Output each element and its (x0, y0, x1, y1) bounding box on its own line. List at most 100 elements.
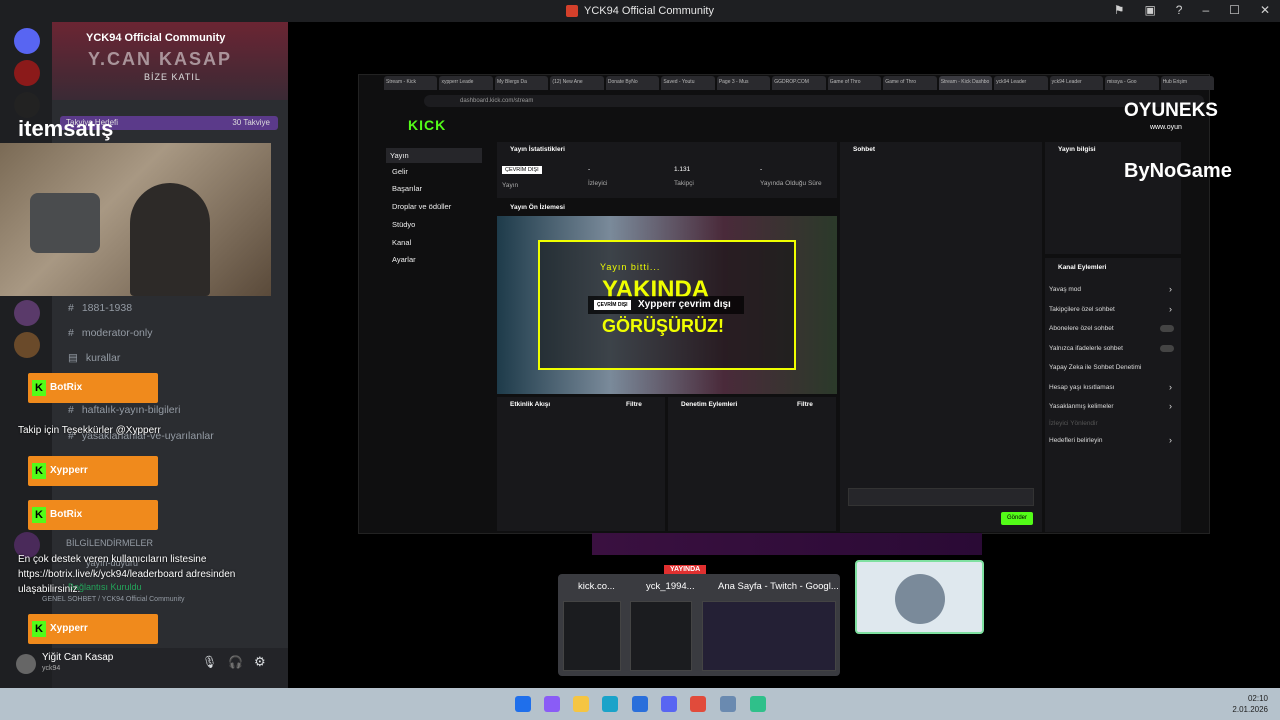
menu-item-ayarlar[interactable]: Ayarlar (392, 255, 416, 264)
channel-item[interactable]: # haftalık-yayın-bilgileri (68, 404, 180, 416)
store-icon[interactable] (632, 696, 648, 712)
browser-tab[interactable]: Game of Thro (883, 76, 937, 90)
browser-tab[interactable]: GGDROP.COM (772, 76, 826, 90)
channel-item[interactable]: # moderator-only (68, 327, 152, 339)
browser-tab[interactable]: Game of Thro (827, 76, 882, 90)
browser-tab[interactable]: (12) New Ane (550, 76, 604, 90)
browser-tab[interactable]: Donate ByNo (605, 76, 660, 90)
settings-icon[interactable]: ⚙ (254, 654, 266, 670)
app-icon (565, 5, 578, 17)
browser-tab[interactable]: yck94 Leader (1049, 76, 1104, 90)
window-thumbnail[interactable] (563, 601, 621, 671)
start-icon[interactable] (515, 696, 531, 712)
action-item[interactable]: Yalnızca ifadelerle sohbet (1049, 345, 1123, 352)
channel-item[interactable]: ▤ kurallar (68, 352, 120, 364)
inbox-icon[interactable]: ▣ (1144, 3, 1155, 17)
discord-icon[interactable] (661, 696, 677, 712)
server-icon[interactable] (14, 332, 40, 358)
browser-tab[interactable]: yck94 Leader (994, 76, 1048, 90)
clock-time: 02:10 (1247, 694, 1268, 703)
window-thumbnail[interactable] (630, 601, 692, 671)
chat-overlay-message: En çok destek veren kullanıcıların liste… (18, 554, 236, 595)
stat-value: - (588, 166, 591, 173)
pin-icon[interactable]: ⚑ (1114, 3, 1125, 17)
app-icon[interactable] (720, 696, 736, 712)
browser-tab[interactable]: xypperr Leade (439, 76, 493, 90)
chrome-icon[interactable] (690, 696, 706, 712)
botrix-alert: K BotRix (28, 500, 158, 530)
menu-item-studyo[interactable]: Stüdyo (392, 220, 415, 229)
toggle-switch[interactable] (1160, 325, 1174, 332)
action-item[interactable]: Hesap yaşı kısıtlaması (1049, 384, 1114, 391)
rules-icon: ▤ (68, 352, 78, 364)
thumb-title[interactable]: Ana Sayfa - Twitch - Googl... (718, 581, 839, 592)
menu-item-gelir[interactable]: Gelir (392, 167, 408, 176)
server-icon[interactable] (14, 300, 40, 326)
mod-panel (668, 397, 836, 531)
server-icon[interactable] (14, 60, 40, 86)
close-icon[interactable]: ✕ (1260, 3, 1270, 17)
avatar[interactable] (16, 654, 36, 674)
server-banner[interactable]: YCK94 Official Community Y.CAN KASAP BİZ… (52, 22, 288, 100)
action-item[interactable]: Hedefleri belirleyin (1049, 437, 1102, 444)
stat-label: İzleyici (588, 180, 608, 187)
edge-icon[interactable] (602, 696, 618, 712)
menu-item-basarilar[interactable]: Başarılar (392, 184, 422, 193)
chat-title: Sohbet (853, 146, 876, 153)
banner-subtitle: BİZE KATIL (144, 72, 201, 82)
browser-tab[interactable]: My Blergs Da (494, 76, 549, 90)
chat-panel (840, 142, 1042, 532)
action-item[interactable]: Abonelere özel sohbet (1049, 325, 1114, 332)
microphone-icon[interactable]: 🎙 (202, 655, 217, 669)
menu-item-yayin[interactable]: Yayın (386, 148, 482, 163)
bynogame-logo: ByNoGame (1124, 160, 1232, 182)
file-explorer-icon[interactable] (573, 696, 589, 712)
discord-home-icon[interactable] (14, 28, 40, 54)
mod-title: Denetim Eylemleri (681, 401, 738, 408)
channel-item[interactable]: #1881-1938 (68, 302, 132, 314)
address-bar[interactable]: dashboard.kick.com/stream (424, 95, 1204, 107)
menu-item-kanal[interactable]: Kanal (392, 238, 411, 247)
chat-input[interactable] (848, 488, 1034, 506)
action-item[interactable]: Yapay Zeka ile Sohbet Denetimi (1049, 364, 1141, 371)
preview-text: GÖRÜŞÜRÜZ! (602, 316, 724, 336)
action-item[interactable]: Takipçilere özel sohbet (1049, 306, 1115, 313)
avatar (895, 574, 945, 624)
browser-tab[interactable]: missya - Goo (1105, 76, 1159, 90)
help-icon[interactable]: ? (1176, 3, 1183, 17)
kick-logo[interactable]: KICK (408, 117, 446, 133)
voice-channel: GENEL SOHBET / YCK94 Official Community (42, 596, 185, 603)
send-button[interactable]: Gönder (1001, 512, 1033, 525)
server-icon[interactable] (14, 92, 40, 118)
browser-tab[interactable]: Stream - Kick (384, 76, 438, 90)
action-item[interactable]: Yavaş mod (1049, 286, 1081, 293)
headphones-icon[interactable]: 🎧 (228, 655, 243, 669)
window-thumbnail[interactable] (855, 560, 984, 634)
app-icon[interactable] (750, 696, 766, 712)
window-thumbnail[interactable] (702, 601, 836, 671)
minimize-icon[interactable]: – (1202, 3, 1209, 17)
thumb-title[interactable]: kick.co... (578, 581, 615, 592)
filter-button[interactable]: Filtre (797, 401, 813, 408)
action-item[interactable]: Yasaklanmış kelimeler (1049, 403, 1114, 410)
clock[interactable]: 02:10 2.01.2026 (1232, 693, 1268, 715)
kick-icon: K (32, 507, 46, 523)
browser-tab-active[interactable]: Stream - Kick Dashbo (938, 76, 993, 90)
browser-tab[interactable]: Saved - Youtu (661, 76, 715, 90)
thumb-title[interactable]: yck_1994... (646, 581, 695, 592)
filter-button[interactable]: Filtre (626, 401, 642, 408)
kick-icon: K (32, 380, 46, 396)
maximize-icon[interactable]: ☐ (1229, 3, 1240, 17)
oyuneks-logo: OYUNEKS (1124, 100, 1218, 121)
toggle-switch[interactable] (1160, 345, 1174, 352)
hash-icon: # (68, 404, 74, 416)
browser-tab[interactable]: Page 3 - Mus (716, 76, 771, 90)
category-header[interactable]: BİLGİLENDİRMELER (66, 538, 153, 548)
menu-item-droplar[interactable]: Droplar ve ödüller (392, 202, 451, 211)
chat-overlay-message: Takip için Teşekkürler @Xypperr (18, 425, 161, 436)
chevron-right-icon: › (1169, 401, 1172, 411)
copilot-icon[interactable] (544, 696, 560, 712)
browser-tab[interactable]: Hub Erişim (1160, 76, 1215, 90)
preview-taskbar (592, 533, 982, 555)
server-name[interactable]: YCK94 Official Community (86, 32, 225, 44)
